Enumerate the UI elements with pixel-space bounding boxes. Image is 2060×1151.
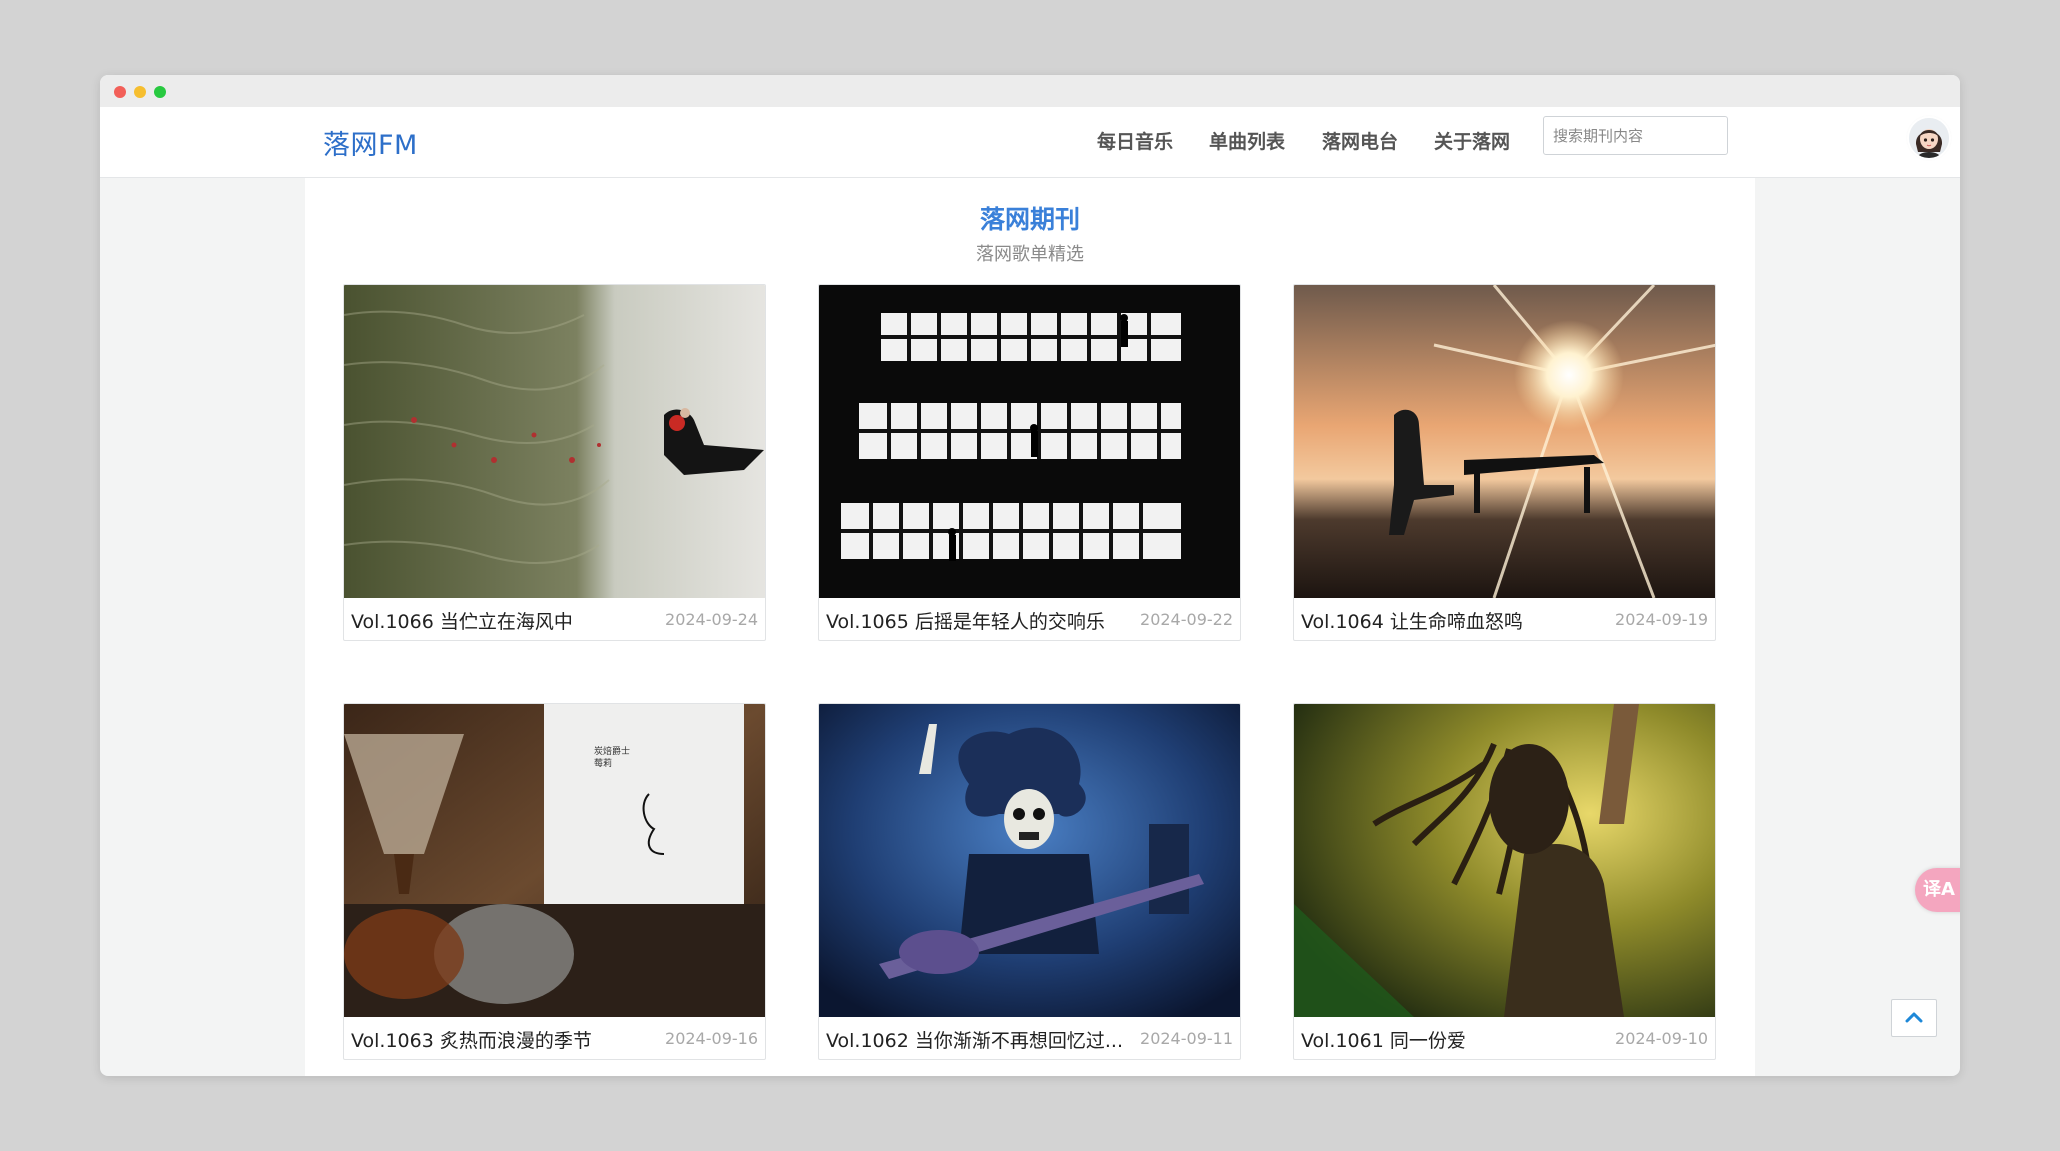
browser-window: 落网FM 每日音乐 单曲列表 落网电台 关于落网 落网期刊 落网歌单精选 <box>100 75 1960 1076</box>
close-window-button[interactable] <box>114 86 126 98</box>
volume-card-1063[interactable]: 炭焙爵士 莓莉 Vol.1063 炙热而浪漫的季节 2024-09-16 <box>343 703 766 1060</box>
top-navbar: 落网FM 每日音乐 单曲列表 落网电台 关于落网 <box>100 107 1960 178</box>
volume-cover-image <box>1294 285 1715 598</box>
volume-title: Vol.1062 当你渐渐不再想回忆过... <box>826 1030 1123 1052</box>
volume-title: Vol.1063 炙热而浪漫的季节 <box>351 1030 592 1052</box>
volume-title: Vol.1065 后摇是年轻人的交响乐 <box>826 611 1105 633</box>
volume-date: 2024-09-11 <box>1140 1029 1233 1048</box>
volume-date: 2024-09-16 <box>665 1029 758 1048</box>
volume-card-1065[interactable]: Vol.1065 后摇是年轻人的交响乐 2024-09-22 <box>818 284 1241 641</box>
volume-date: 2024-09-22 <box>1140 610 1233 629</box>
volume-title: Vol.1064 让生命啼血怒鸣 <box>1301 611 1523 633</box>
avatar-icon <box>1909 118 1949 158</box>
translate-button[interactable]: 译A <box>1915 868 1960 912</box>
nav-item-single-list[interactable]: 单曲列表 <box>1209 127 1285 154</box>
window-titlebar <box>100 75 1960 107</box>
volume-title: Vol.1066 当伫立在海风中 <box>351 611 573 633</box>
page-title: 落网期刊 <box>979 205 1080 234</box>
minimize-window-button[interactable] <box>134 86 146 98</box>
back-to-top-button[interactable] <box>1891 999 1937 1037</box>
volume-card-1062[interactable]: Vol.1062 当你渐渐不再想回忆过... 2024-09-11 <box>818 703 1241 1060</box>
volume-date: 2024-09-10 <box>1615 1029 1708 1048</box>
volume-cover-image <box>819 704 1240 1017</box>
volume-date: 2024-09-19 <box>1615 610 1708 629</box>
nav-item-daily-music[interactable]: 每日音乐 <box>1097 127 1173 154</box>
user-avatar[interactable] <box>1909 118 1949 158</box>
main-content: 落网期刊 落网歌单精选 Vol.1066 当伫立在海风中 2024-09-24 … <box>305 178 1755 1076</box>
volume-cover-image <box>819 285 1240 598</box>
site-logo[interactable]: 落网FM <box>323 123 418 162</box>
nav-item-radio[interactable]: 落网电台 <box>1322 127 1398 154</box>
volume-title: Vol.1061 同一份爱 <box>1301 1030 1466 1052</box>
chevron-up-icon <box>1905 1012 1923 1023</box>
volume-cover-image: 炭焙爵士 莓莉 <box>344 704 765 1017</box>
page-subtitle: 落网歌单精选 <box>976 244 1084 265</box>
search-input[interactable] <box>1543 116 1728 155</box>
volume-date: 2024-09-24 <box>665 610 758 629</box>
volume-card-1061[interactable]: Vol.1061 同一份爱 2024-09-10 <box>1293 703 1716 1060</box>
maximize-window-button[interactable] <box>154 86 166 98</box>
nav-item-about[interactable]: 关于落网 <box>1434 127 1510 154</box>
svg-text:莓莉: 莓莉 <box>594 757 612 769</box>
volume-cover-image <box>344 285 765 598</box>
svg-text:炭焙爵士: 炭焙爵士 <box>594 745 630 757</box>
volume-cover-image <box>1294 704 1715 1017</box>
volume-card-1064[interactable]: Vol.1064 让生命啼血怒鸣 2024-09-19 <box>1293 284 1716 641</box>
volume-card-1066[interactable]: Vol.1066 当伫立在海风中 2024-09-24 <box>343 284 766 641</box>
